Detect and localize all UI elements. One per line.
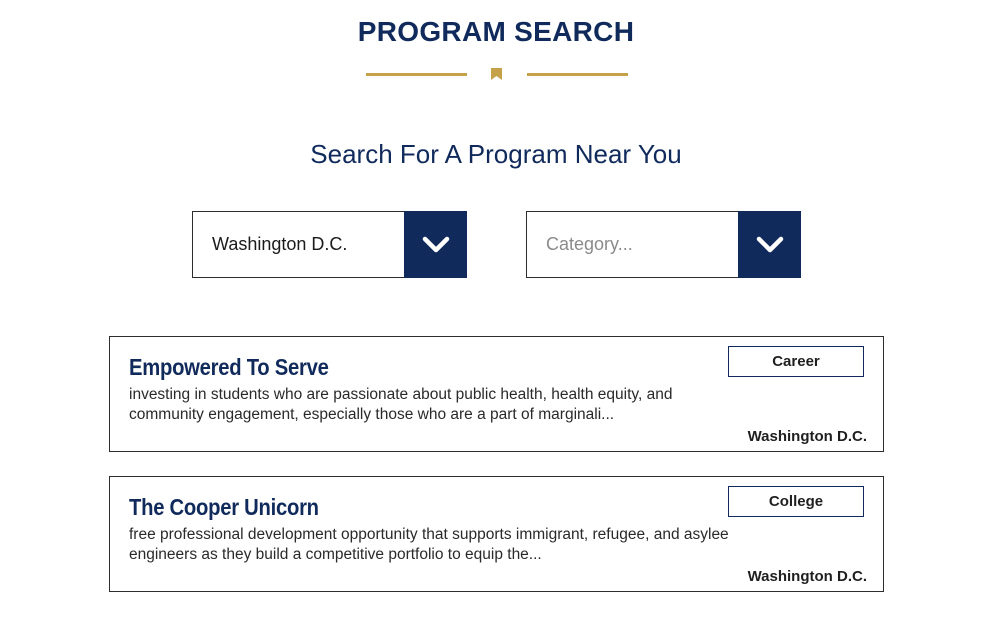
- category-select[interactable]: Category...: [526, 211, 801, 278]
- program-description: free professional development opportunit…: [129, 526, 729, 563]
- bookmark-icon: [491, 68, 502, 80]
- program-description: investing in students who are passionate…: [129, 386, 673, 423]
- program-card[interactable]: Empowered To Serve investing in students…: [109, 336, 884, 452]
- program-title[interactable]: Empowered To Serve: [129, 354, 329, 381]
- program-location: Washington D.C.: [747, 428, 867, 445]
- category-tag[interactable]: College: [728, 486, 864, 517]
- divider-line-left: [366, 73, 467, 76]
- category-tag[interactable]: Career: [728, 346, 864, 377]
- title-divider: [0, 66, 992, 82]
- program-card[interactable]: The Cooper Unicorn free professional dev…: [109, 476, 884, 592]
- page-title: PROGRAM SEARCH: [357, 16, 635, 47]
- category-dropdown-button[interactable]: [738, 211, 801, 278]
- location-dropdown-button[interactable]: [404, 211, 467, 278]
- chevron-down-icon: [756, 236, 783, 252]
- location-select[interactable]: Washington D.C.: [192, 211, 467, 278]
- location-select-value: Washington D.C.: [212, 234, 348, 254]
- divider-line-right: [527, 73, 628, 76]
- program-location: Washington D.C.: [747, 568, 867, 585]
- category-select-placeholder: Category...: [546, 234, 633, 254]
- chevron-down-icon: [422, 236, 449, 252]
- section-heading: Search For A Program Near You: [310, 139, 682, 169]
- program-title[interactable]: The Cooper Unicorn: [129, 494, 319, 521]
